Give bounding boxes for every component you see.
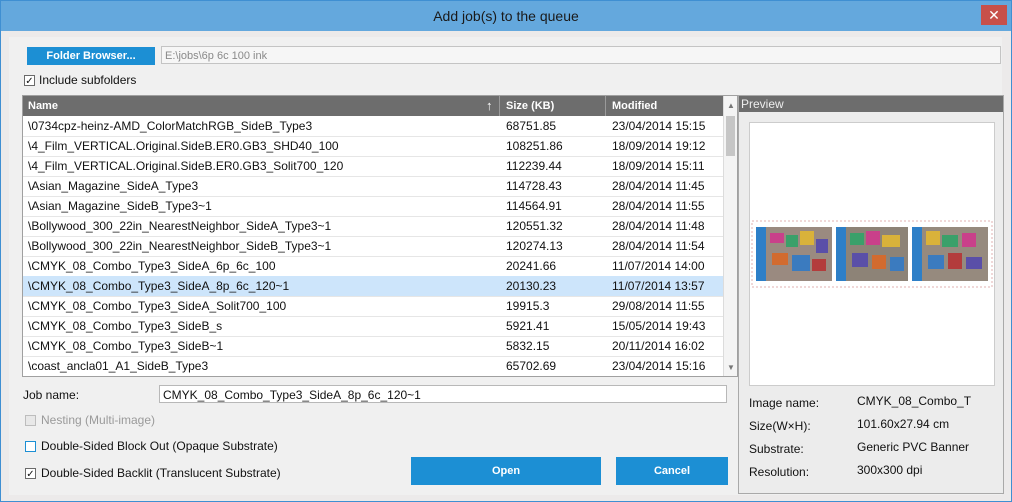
cell-size: 68751.85 xyxy=(506,119,557,133)
include-subfolders-checkbox[interactable]: ✓ xyxy=(24,75,35,87)
cell-modified: 28/04/2014 11:54 xyxy=(612,239,705,253)
info-label-size: Size(W×H): xyxy=(749,419,811,433)
cell-name: \Asian_Magazine_SideB_Type3~1 xyxy=(28,199,212,213)
backlit-checkbox[interactable]: ✓ xyxy=(25,468,36,480)
table-scrollbar[interactable]: ▲ ▼ xyxy=(723,96,737,376)
table-row[interactable]: \4_Film_VERTICAL.Original.SideB.ER0.GB3_… xyxy=(23,156,723,177)
sort-arrow-icon: ↑ xyxy=(486,98,493,113)
cell-modified: 11/07/2014 13:57 xyxy=(612,279,705,293)
title-bar[interactable]: Add job(s) to the queue ✕ xyxy=(1,1,1011,31)
cell-modified: 11/07/2014 14:00 xyxy=(612,259,705,273)
cell-size: 65702.69 xyxy=(506,359,557,373)
cell-modified: 20/11/2014 16:02 xyxy=(612,339,705,353)
cell-name: \CMYK_08_Combo_Type3_SideB~1 xyxy=(28,339,224,353)
preview-thumbnail-image xyxy=(751,220,993,288)
cell-name: \CMYK_08_Combo_Type3_SideA_Solit700_100 xyxy=(28,299,287,313)
table-row[interactable]: \CMYK_08_Combo_Type3_SideA_Solit700_100 1… xyxy=(23,296,723,317)
cell-name: \Bollywood_300_22in_NearestNeighbor_Side… xyxy=(28,239,332,253)
cell-modified: 23/04/2014 15:15 xyxy=(612,119,706,133)
blockout-checkbox[interactable] xyxy=(25,441,36,452)
info-value-resolution: 300x300 dpi xyxy=(857,463,923,477)
preview-panel: Preview Image name: CMYK_08_Combo_T Size… xyxy=(738,95,1004,494)
nesting-label: Nesting (Multi-image) xyxy=(41,413,156,427)
dialog-title: Add job(s) to the queue xyxy=(433,8,579,24)
scroll-down-icon[interactable]: ▼ xyxy=(727,363,735,372)
cell-size: 120274.13 xyxy=(506,239,563,253)
cell-name: \Asian_Magazine_SideA_Type3 xyxy=(28,179,199,193)
thumbnail-panel-3 xyxy=(912,227,988,281)
info-label-image-name: Image name: xyxy=(749,396,820,410)
column-header-modified[interactable]: Modified xyxy=(612,100,657,112)
preview-title: Preview xyxy=(739,96,1003,112)
open-button[interactable]: Open xyxy=(411,457,601,485)
table-row[interactable]: \4_Film_VERTICAL.Original.SideB.ER0.GB3_… xyxy=(23,136,723,157)
dialog-body: Folder Browser... E:\jobs\6p 6c 100 ink … xyxy=(9,37,1004,495)
cell-size: 5921.41 xyxy=(506,319,550,333)
cell-name: \0734cpz-heinz-AMD_ColorMatchRGB_SideB_T… xyxy=(28,119,313,133)
cell-name: \Bollywood_300_22in_NearestNeighbor_Side… xyxy=(28,219,332,233)
table-row[interactable]: \CMYK_08_Combo_Type3_SideA_8p_6c_120~1 20… xyxy=(23,276,723,297)
cell-size: 20241.66 xyxy=(506,259,557,273)
job-name-label: Job name: xyxy=(23,388,80,402)
thumbnail-panel-1 xyxy=(756,227,832,281)
thumbnail-panel-2 xyxy=(836,227,908,281)
cell-name: \4_Film_VERTICAL.Original.SideB.ER0.GB3_… xyxy=(28,159,344,173)
info-value-size: 101.60x27.94 cm xyxy=(857,417,950,431)
folder-path-field[interactable]: E:\jobs\6p 6c 100 ink xyxy=(161,46,1001,64)
cell-size: 120551.32 xyxy=(506,219,563,233)
job-name-input[interactable]: CMYK_08_Combo_Type3_SideA_8p_6c_120~1 xyxy=(159,385,727,403)
cell-size: 5832.15 xyxy=(506,339,550,353)
scrollbar-thumb[interactable] xyxy=(726,116,735,156)
table-row[interactable]: \Asian_Magazine_SideB_Type3~1 114564.91 28… xyxy=(23,196,723,217)
table-row[interactable]: \CMYK_08_Combo_Type3_SideB~1 5832.15 20/11… xyxy=(23,336,723,357)
cell-size: 19915.3 xyxy=(506,299,550,313)
include-subfolders-label: Include subfolders xyxy=(39,73,137,87)
table-row[interactable]: \Bollywood_300_22in_NearestNeighbor_Side… xyxy=(23,216,723,237)
info-label-resolution: Resolution: xyxy=(749,465,810,479)
info-value-image-name: CMYK_08_Combo_T xyxy=(857,394,972,408)
table-row[interactable]: \Bollywood_300_22in_NearestNeighbor_Side… xyxy=(23,236,723,257)
cell-modified: 18/09/2014 19:12 xyxy=(612,139,706,153)
scroll-up-icon[interactable]: ▲ xyxy=(727,101,735,110)
close-button[interactable]: ✕ xyxy=(981,5,1007,25)
cell-modified: 18/09/2014 15:11 xyxy=(612,159,705,173)
table-header: Name ↑ Size (KB) Modified xyxy=(23,96,737,116)
cell-modified: 15/05/2014 19:43 xyxy=(612,319,706,333)
folder-browser-button[interactable]: Folder Browser... xyxy=(27,47,155,65)
cell-size: 20130.23 xyxy=(506,279,557,293)
blockout-label: Double-Sided Block Out (Opaque Substrate… xyxy=(41,439,278,453)
cell-modified: 23/04/2014 15:16 xyxy=(612,359,706,373)
cell-modified: 28/04/2014 11:55 xyxy=(612,199,705,213)
file-table: Name ↑ Size (KB) Modified \0734cpz-heinz… xyxy=(22,95,738,377)
cell-size: 114728.43 xyxy=(506,179,562,193)
cell-size: 114564.91 xyxy=(506,199,562,213)
cell-name: \4_Film_VERTICAL.Original.SideB.ER0.GB3_… xyxy=(28,139,339,153)
column-header-size[interactable]: Size (KB) xyxy=(506,100,554,112)
table-row[interactable]: \CMYK_08_Combo_Type3_SideA_6p_6c_100 2024… xyxy=(23,256,723,277)
cell-name: \CMYK_08_Combo_Type3_SideA_8p_6c_120~1 xyxy=(28,279,290,293)
cell-modified: 28/04/2014 11:45 xyxy=(612,179,705,193)
cell-modified: 28/04/2014 11:48 xyxy=(612,219,705,233)
cell-name: \coast_ancla01_A1_SideB_Type3 xyxy=(28,359,209,373)
info-value-substrate: Generic PVC Banner xyxy=(857,440,970,454)
add-jobs-dialog: Add job(s) to the queue ✕ Folder Browser… xyxy=(0,0,1012,502)
column-header-name[interactable]: Name xyxy=(28,100,58,112)
cell-name: \CMYK_08_Combo_Type3_SideB_s xyxy=(28,319,223,333)
cancel-button[interactable]: Cancel xyxy=(616,457,728,485)
preview-canvas xyxy=(749,122,995,386)
info-label-substrate: Substrate: xyxy=(749,442,804,456)
cell-size: 112239.44 xyxy=(506,159,562,173)
table-row[interactable]: \CMYK_08_Combo_Type3_SideB_s 5921.41 15/05… xyxy=(23,316,723,337)
nesting-checkbox[interactable] xyxy=(25,415,36,426)
table-row[interactable]: \Asian_Magazine_SideA_Type3 114728.43 28/0… xyxy=(23,176,723,197)
cell-modified: 29/08/2014 11:55 xyxy=(612,299,705,313)
backlit-label: Double-Sided Backlit (Translucent Substr… xyxy=(41,466,281,480)
cell-name: \CMYK_08_Combo_Type3_SideA_6p_6c_100 xyxy=(28,259,276,273)
table-row[interactable]: \coast_ancla01_A1_SideB_Type3 65702.69 23/… xyxy=(23,356,723,376)
table-row[interactable]: \0734cpz-heinz-AMD_ColorMatchRGB_SideB_T… xyxy=(23,116,723,137)
cell-size: 108251.86 xyxy=(506,139,563,153)
